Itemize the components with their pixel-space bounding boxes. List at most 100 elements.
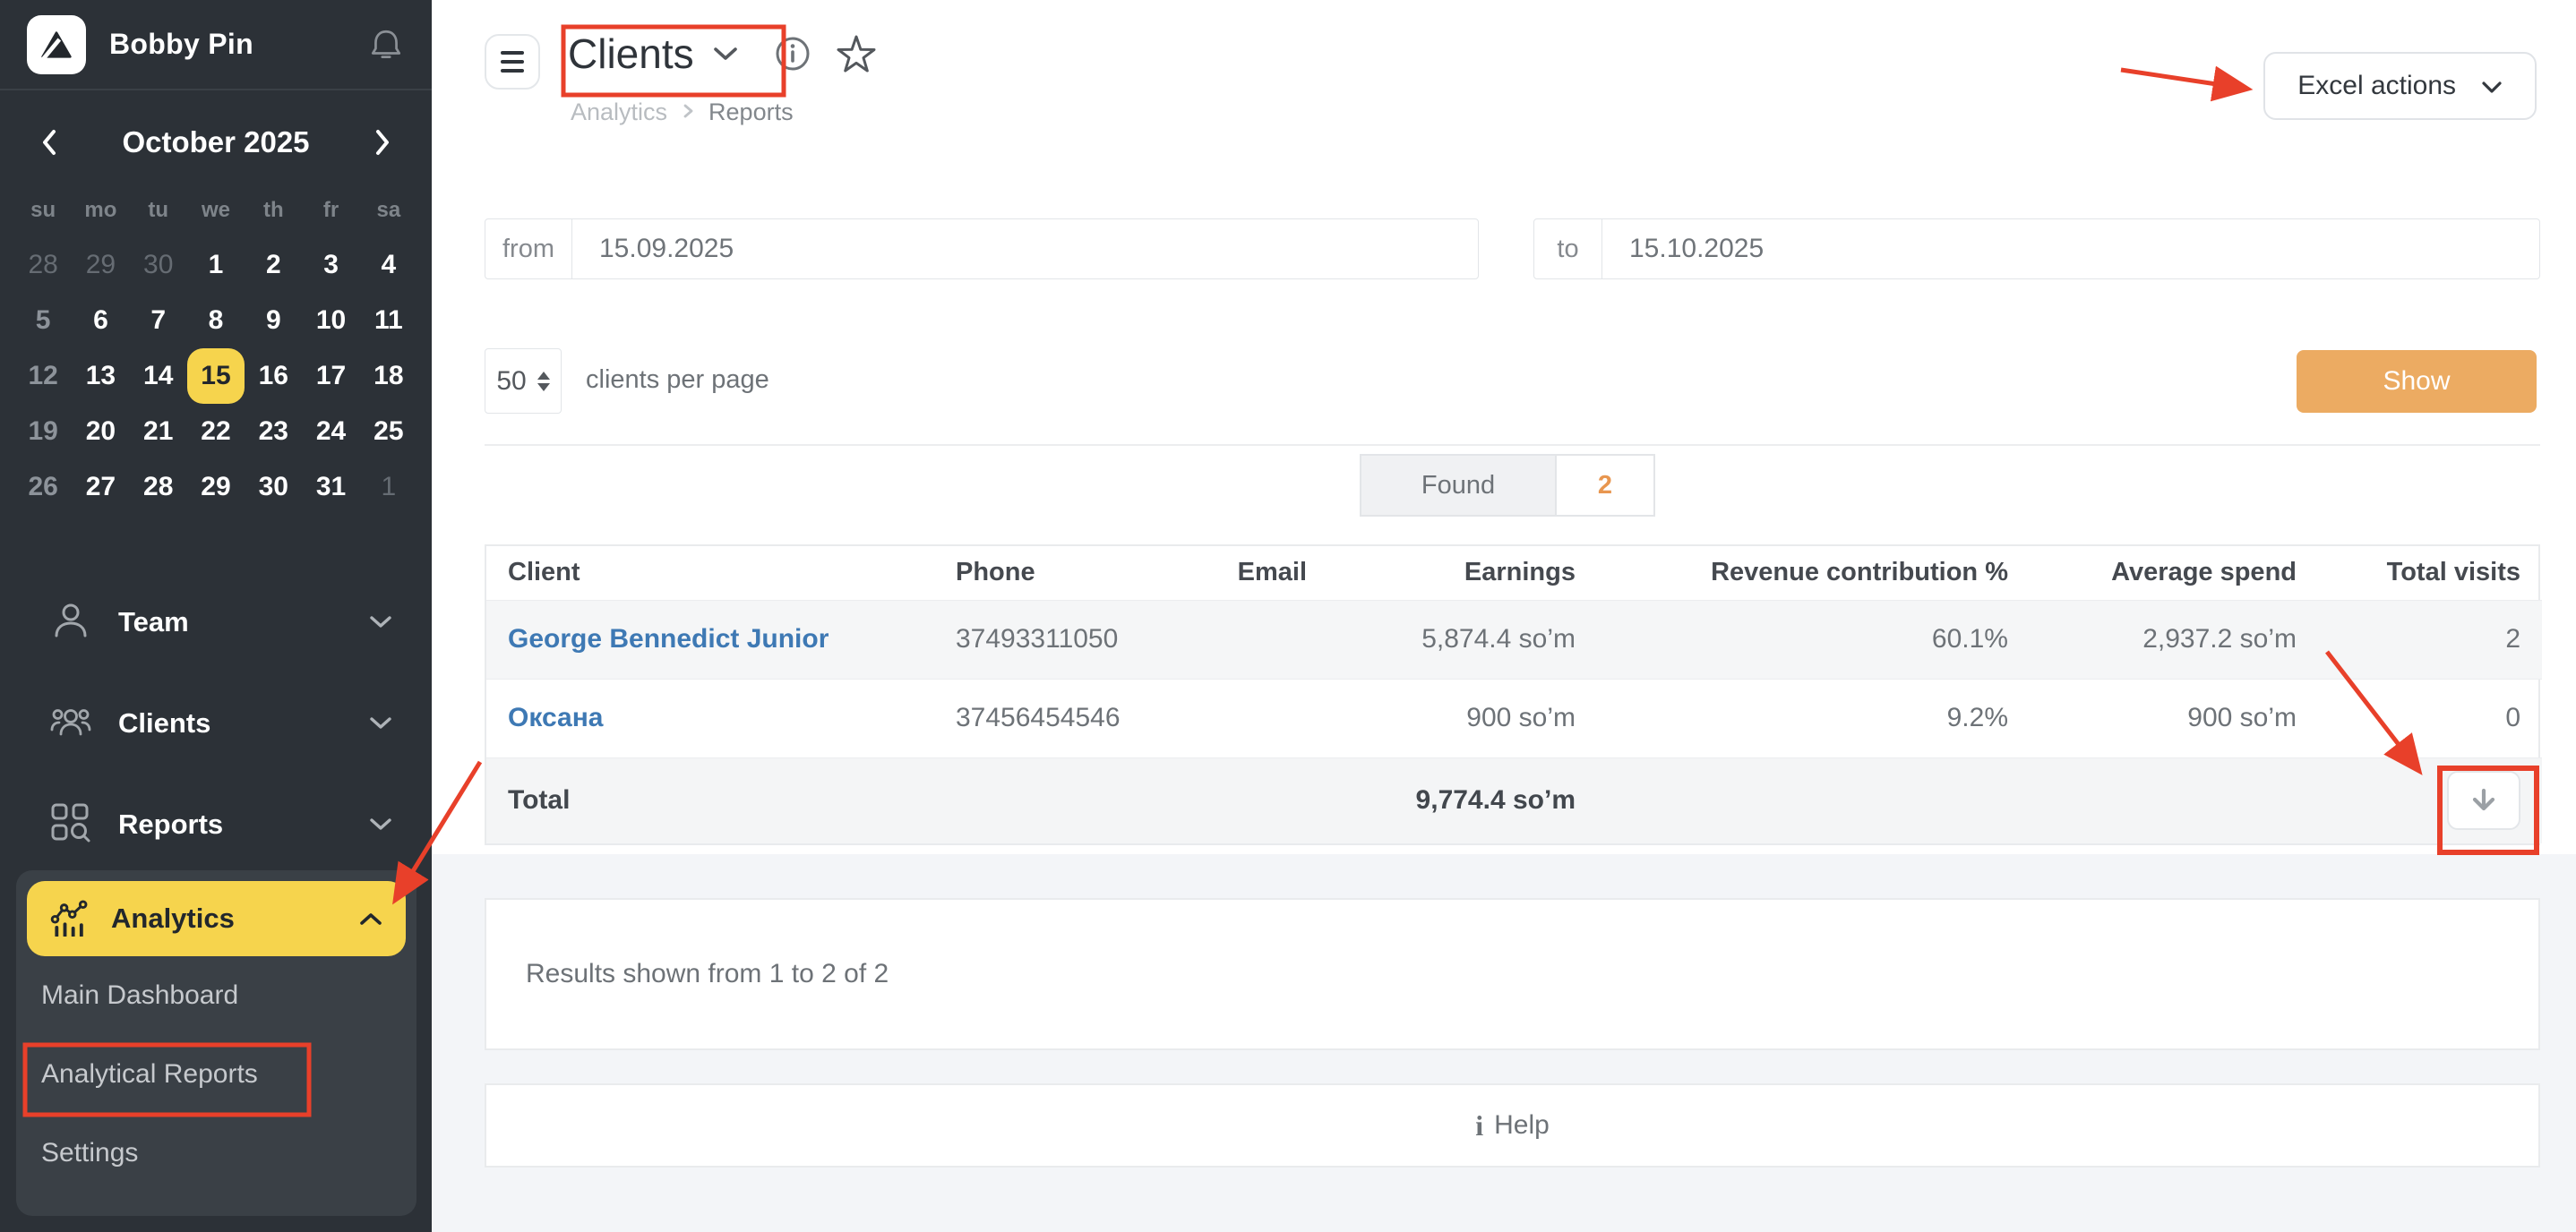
revenue-cell: 60.1% bbox=[1597, 600, 2030, 679]
calendar-day[interactable]: 18 bbox=[360, 348, 417, 404]
calendar-prev-button[interactable] bbox=[36, 124, 63, 161]
chevron-down-icon bbox=[369, 615, 392, 629]
per-page-label: clients per page bbox=[586, 365, 769, 395]
calendar-day[interactable]: 16 bbox=[245, 348, 302, 404]
excel-actions-button[interactable]: Excel actions bbox=[2263, 52, 2537, 120]
analytics-panel: Analytics Main Dashboard Analytical Repo… bbox=[16, 870, 416, 1216]
calendar-day[interactable]: 29 bbox=[72, 237, 129, 293]
sidebar-item-clients[interactable]: Clients bbox=[0, 682, 432, 765]
total-label: Total bbox=[486, 757, 934, 843]
main-content: Clients Analytics Reports Excel actions bbox=[432, 0, 2576, 1232]
revenue-cell: 9.2% bbox=[1597, 679, 2030, 757]
calendar-days-grid: 2829301234567891011121314151617181920212… bbox=[14, 237, 417, 515]
chevron-down-icon bbox=[369, 716, 392, 731]
tab-found[interactable]: Found bbox=[1360, 454, 1557, 517]
client-link[interactable]: Оксана bbox=[486, 679, 934, 757]
sidebar: Bobby Pin October 2025 sumotuwethfrsa 28… bbox=[0, 0, 432, 1232]
calendar-day[interactable]: 26 bbox=[14, 459, 72, 515]
star-icon[interactable] bbox=[836, 34, 877, 73]
weekday-label: sa bbox=[360, 198, 417, 223]
found-count-badge[interactable]: 2 bbox=[1557, 454, 1655, 517]
column-header-average-spend: Average spend bbox=[2030, 546, 2318, 600]
person-icon bbox=[50, 601, 91, 645]
calendar-day[interactable]: 23 bbox=[245, 404, 302, 459]
help-label: Help bbox=[1494, 1110, 1550, 1141]
table-total-row: Total 9,774.4 so’m bbox=[486, 757, 2542, 843]
calendar-day[interactable]: 1 bbox=[360, 459, 417, 515]
sidebar-menu: Team Clients Reports bbox=[0, 581, 432, 866]
date-from-input[interactable]: 15.09.2025 bbox=[572, 219, 1478, 278]
calendar-day[interactable]: 27 bbox=[72, 459, 129, 515]
sidebar-item-reports[interactable]: Reports bbox=[0, 783, 432, 866]
average-spend-cell: 900 so’m bbox=[2030, 679, 2318, 757]
phone-cell: 37493311050 bbox=[934, 600, 1194, 679]
calendar-day[interactable]: 30 bbox=[130, 237, 187, 293]
breadcrumb-reports[interactable]: Reports bbox=[708, 98, 794, 126]
phone-cell: 37456454546 bbox=[934, 679, 1194, 757]
calendar-day[interactable]: 31 bbox=[303, 459, 360, 515]
calendar-day[interactable]: 28 bbox=[130, 459, 187, 515]
calendar-day[interactable]: 20 bbox=[72, 404, 129, 459]
breadcrumb-analytics[interactable]: Analytics bbox=[571, 98, 667, 126]
sidebar-item-label: Clients bbox=[118, 707, 210, 740]
sidebar-item-label: Analytics bbox=[111, 903, 235, 935]
calendar-day[interactable]: 1 bbox=[187, 237, 245, 293]
info-icon[interactable] bbox=[773, 34, 812, 73]
calendar-day[interactable]: 14 bbox=[130, 348, 187, 404]
reports-grid-icon bbox=[50, 802, 91, 848]
calendar-day[interactable]: 25 bbox=[360, 404, 417, 459]
sidebar-item-main-dashboard[interactable]: Main Dashboard bbox=[27, 956, 406, 1035]
sidebar-item-team[interactable]: Team bbox=[0, 581, 432, 663]
chevron-down-icon bbox=[369, 817, 392, 832]
calendar-day[interactable]: 6 bbox=[72, 293, 129, 348]
calendar-day[interactable]: 10 bbox=[303, 293, 360, 348]
to-label: to bbox=[1534, 219, 1602, 278]
per-page-stepper[interactable]: 50 bbox=[485, 348, 562, 414]
table-row: Оксана 37456454546 900 so’m 9.2% 900 so’… bbox=[486, 679, 2542, 757]
weekday-label: tu bbox=[130, 198, 187, 223]
chevron-down-icon[interactable] bbox=[712, 46, 739, 62]
calendar-day[interactable]: 9 bbox=[245, 293, 302, 348]
date-to-input[interactable]: 15.10.2025 bbox=[1602, 219, 2539, 278]
calendar-day[interactable]: 13 bbox=[72, 348, 129, 404]
stepper-arrows-icon[interactable] bbox=[537, 372, 550, 391]
app-logo bbox=[27, 15, 86, 74]
weekday-label: fr bbox=[302, 198, 359, 223]
email-cell bbox=[1194, 600, 1328, 679]
calendar-day-selected[interactable]: 15 bbox=[187, 348, 245, 404]
calendar-day[interactable]: 24 bbox=[303, 404, 360, 459]
results-summary-card: Results shown from 1 to 2 of 2 bbox=[485, 898, 2540, 1050]
download-button[interactable] bbox=[2447, 771, 2520, 830]
calendar-day[interactable]: 30 bbox=[245, 459, 302, 515]
calendar-day[interactable]: 28 bbox=[14, 237, 72, 293]
bell-icon[interactable] bbox=[367, 26, 405, 64]
help-card[interactable]: i Help bbox=[485, 1083, 2540, 1168]
calendar-day[interactable]: 8 bbox=[187, 293, 245, 348]
found-tabs: Found 2 bbox=[1360, 454, 1655, 517]
calendar-day[interactable]: 3 bbox=[303, 237, 360, 293]
sidebar-item-analytical-reports[interactable]: Analytical Reports bbox=[27, 1035, 406, 1114]
menu-toggle-button[interactable] bbox=[485, 34, 540, 90]
calendar-day[interactable]: 5 bbox=[14, 293, 72, 348]
calendar-day[interactable]: 17 bbox=[303, 348, 360, 404]
calendar-day[interactable]: 4 bbox=[360, 237, 417, 293]
calendar-day[interactable]: 12 bbox=[14, 348, 72, 404]
calendar-day[interactable]: 2 bbox=[245, 237, 302, 293]
show-button[interactable]: Show bbox=[2297, 350, 2537, 413]
calendar-day[interactable]: 19 bbox=[14, 404, 72, 459]
sidebar-item-settings[interactable]: Settings bbox=[27, 1114, 406, 1193]
calendar-day[interactable]: 7 bbox=[130, 293, 187, 348]
breadcrumb: Analytics Reports bbox=[571, 98, 794, 126]
calendar-day[interactable]: 22 bbox=[187, 404, 245, 459]
calendar-day[interactable]: 29 bbox=[187, 459, 245, 515]
email-cell bbox=[1194, 679, 1328, 757]
calendar-day[interactable]: 21 bbox=[130, 404, 187, 459]
app-name: Bobby Pin bbox=[109, 28, 253, 61]
sidebar-item-analytics[interactable]: Analytics bbox=[27, 881, 406, 956]
calendar-next-button[interactable] bbox=[369, 124, 396, 161]
client-link[interactable]: George Bennedict Junior bbox=[486, 600, 934, 679]
column-header-total-visits: Total visits bbox=[2318, 546, 2542, 600]
calendar-day[interactable]: 11 bbox=[360, 293, 417, 348]
column-header-client: Client bbox=[486, 546, 934, 600]
page-title[interactable]: Clients bbox=[568, 30, 694, 78]
